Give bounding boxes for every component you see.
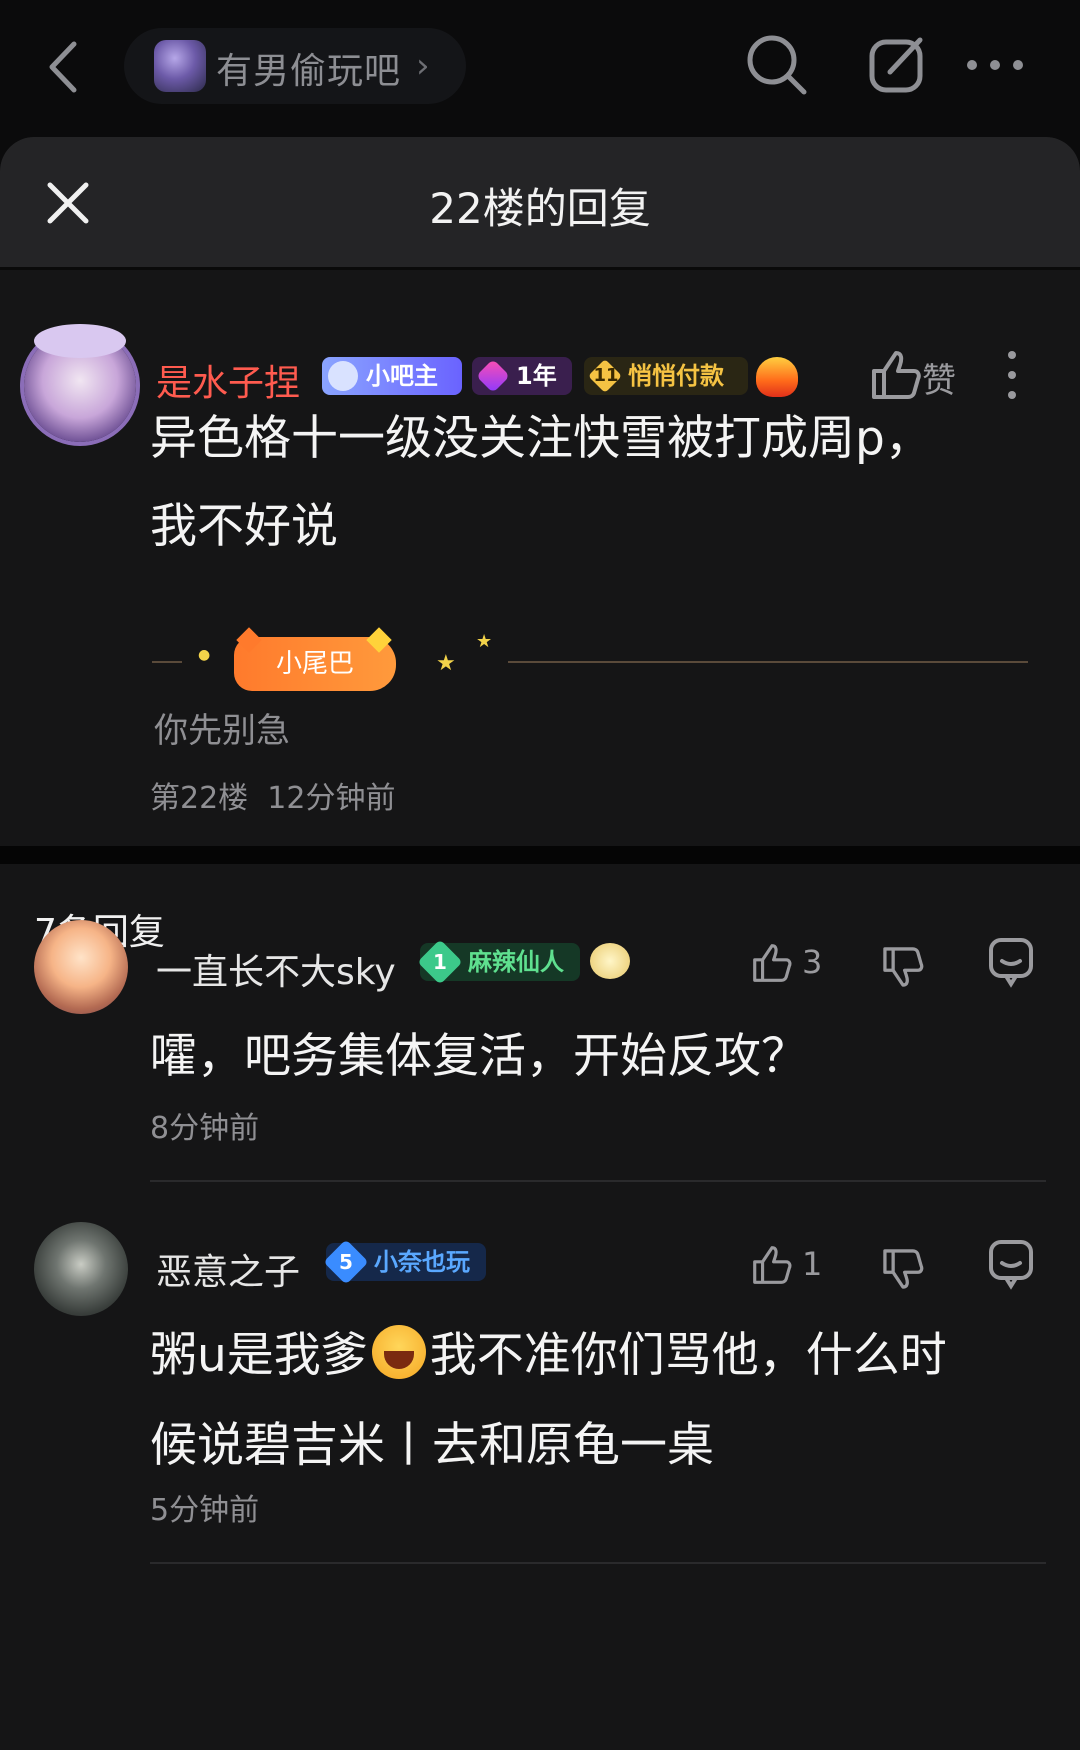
thumb-down-icon[interactable] xyxy=(880,1243,926,1295)
more-vertical-icon[interactable] xyxy=(1000,349,1024,401)
reply-content: 嚯，吧务集体复活，开始反攻？ xyxy=(150,1029,808,1084)
like-count: 3 xyxy=(802,943,823,981)
post-meta: 第22楼 12分钟前 xyxy=(150,773,395,817)
reply-username[interactable]: 恶意之子 xyxy=(156,1243,300,1295)
reply-divider xyxy=(150,1180,1046,1182)
laughing-emoji-icon xyxy=(371,1325,426,1379)
thumb-down-icon[interactable] xyxy=(880,941,926,993)
sheet-title: 22楼的回复 xyxy=(429,184,651,233)
post-content: 异色格十一级没关注快雪被打成周p， 我不好说 xyxy=(150,411,932,554)
fire-icon xyxy=(756,357,798,397)
top-navigation-bar: 有男偷玩吧 › xyxy=(0,0,1080,130)
tail-divider xyxy=(508,661,1028,663)
star-icon: ★ xyxy=(436,651,456,676)
reply-username[interactable]: 一直长不大sky xyxy=(156,943,396,995)
reply-sheet: 22楼的回复 是水子捏 小吧主 1年 11 悄悄付款 赞 异色格十一级没关注快雪被… xyxy=(0,137,1080,1750)
comment-icon[interactable] xyxy=(988,1239,1034,1291)
reply-content: 粥u是我爹 我不准你们骂他，什么时 候说碧吉米丨去和原龟一桌 xyxy=(150,1311,1050,1491)
tail-text: 你先别急 xyxy=(154,711,290,751)
sheet-header: 22楼的回复 xyxy=(0,137,1080,270)
floor-number: 第22楼 xyxy=(150,781,249,816)
avatar[interactable] xyxy=(24,324,136,442)
forum-name: 有男偷玩吧 xyxy=(216,51,402,92)
tail-chip: 小尾巴 xyxy=(234,627,396,691)
chevron-right-icon: › xyxy=(416,46,430,86)
forum-avatar xyxy=(154,40,206,92)
tail-divider xyxy=(152,661,182,663)
thumb-up-icon[interactable] xyxy=(868,349,924,401)
post-time: 12分钟前 xyxy=(267,781,396,816)
more-icon[interactable] xyxy=(962,32,1028,98)
star-icon: ● xyxy=(198,647,211,663)
star-icon: ★ xyxy=(476,631,493,652)
reply-time: 8分钟前 xyxy=(150,1111,260,1146)
sticker-icon xyxy=(590,943,630,979)
close-icon[interactable] xyxy=(44,179,92,227)
edit-icon[interactable] xyxy=(866,32,932,98)
avatar[interactable] xyxy=(34,1222,128,1316)
back-arrow-icon[interactable] xyxy=(40,36,96,98)
level-badge: 1 麻辣仙人 xyxy=(417,939,580,985)
moderator-badge: 小吧主 xyxy=(322,357,462,395)
reply-time: 5分钟前 xyxy=(150,1493,260,1528)
thumb-up-icon[interactable] xyxy=(750,937,794,989)
search-icon[interactable] xyxy=(744,32,810,98)
comment-icon[interactable] xyxy=(988,937,1034,989)
section-divider xyxy=(0,846,1080,864)
like-count: 1 xyxy=(802,1245,823,1283)
level-badge: 11 悄悄付款 xyxy=(584,357,748,395)
thumb-up-icon[interactable] xyxy=(750,1239,794,1291)
avatar[interactable] xyxy=(34,920,128,1014)
reply-divider xyxy=(150,1562,1046,1564)
member-year-badge: 1年 xyxy=(472,357,572,395)
level-badge: 5 小奈也玩 xyxy=(323,1239,486,1285)
